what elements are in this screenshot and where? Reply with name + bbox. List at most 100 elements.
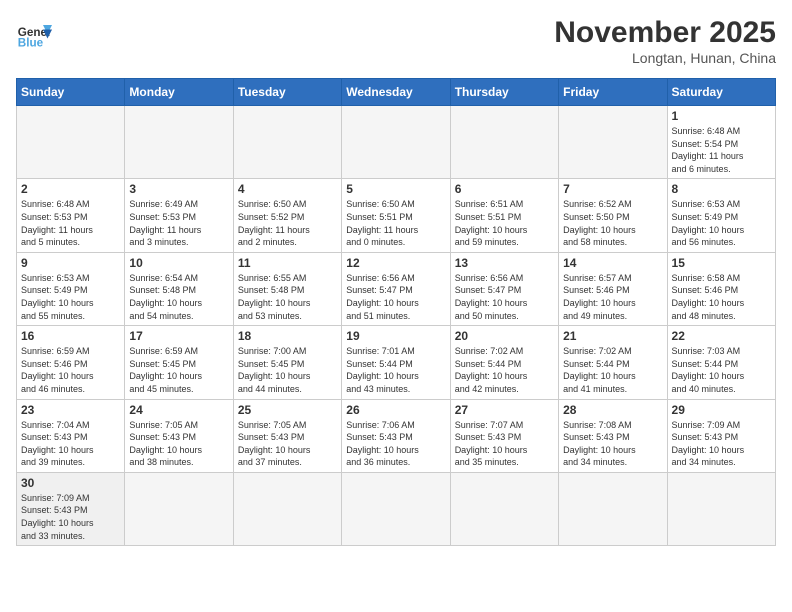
calendar-cell: 5 Sunrise: 6:50 AM Sunset: 5:51 PM Daylig… — [342, 179, 450, 252]
calendar-cell — [450, 106, 558, 179]
day-number: 30 — [21, 476, 120, 490]
calendar-cell: 18 Sunrise: 7:00 AM Sunset: 5:45 PM Dayli… — [233, 326, 341, 399]
weekday-tuesday: Tuesday — [233, 79, 341, 106]
calendar-week-5: 23 Sunrise: 7:04 AM Sunset: 5:43 PM Dayli… — [17, 399, 776, 472]
calendar-cell: 12 Sunrise: 6:56 AM Sunset: 5:47 PM Dayli… — [342, 252, 450, 325]
day-info: Sunrise: 7:05 AM Sunset: 5:43 PM Dayligh… — [129, 419, 228, 469]
calendar-cell: 11 Sunrise: 6:55 AM Sunset: 5:48 PM Dayli… — [233, 252, 341, 325]
day-number: 23 — [21, 403, 120, 417]
calendar-cell: 25 Sunrise: 7:05 AM Sunset: 5:43 PM Dayli… — [233, 399, 341, 472]
day-number: 9 — [21, 256, 120, 270]
calendar-cell: 8 Sunrise: 6:53 AM Sunset: 5:49 PM Daylig… — [667, 179, 775, 252]
day-info: Sunrise: 7:04 AM Sunset: 5:43 PM Dayligh… — [21, 419, 120, 469]
day-number: 7 — [563, 182, 662, 196]
page-header: General Blue November 2025 Longtan, Huna… — [16, 16, 776, 66]
weekday-monday: Monday — [125, 79, 233, 106]
calendar-cell: 29 Sunrise: 7:09 AM Sunset: 5:43 PM Dayli… — [667, 399, 775, 472]
calendar-cell — [450, 472, 558, 545]
day-number: 8 — [672, 182, 771, 196]
calendar-cell: 13 Sunrise: 6:56 AM Sunset: 5:47 PM Dayli… — [450, 252, 558, 325]
calendar-cell: 17 Sunrise: 6:59 AM Sunset: 5:45 PM Dayli… — [125, 326, 233, 399]
day-number: 27 — [455, 403, 554, 417]
day-info: Sunrise: 6:50 AM Sunset: 5:51 PM Dayligh… — [346, 198, 445, 248]
calendar-body: 1Sunrise: 6:48 AM Sunset: 5:54 PM Daylig… — [17, 106, 776, 546]
day-info: Sunrise: 6:53 AM Sunset: 5:49 PM Dayligh… — [672, 198, 771, 248]
calendar-week-6: 30 Sunrise: 7:09 AM Sunset: 5:43 PM Dayli… — [17, 472, 776, 545]
day-number: 19 — [346, 329, 445, 343]
day-number: 25 — [238, 403, 337, 417]
calendar-cell — [233, 106, 341, 179]
day-number: 17 — [129, 329, 228, 343]
day-number: 13 — [455, 256, 554, 270]
day-info: Sunrise: 7:05 AM Sunset: 5:43 PM Dayligh… — [238, 419, 337, 469]
weekday-header-row: SundayMondayTuesdayWednesdayThursdayFrid… — [17, 79, 776, 106]
weekday-sunday: Sunday — [17, 79, 125, 106]
day-number: 4 — [238, 182, 337, 196]
calendar-cell: 19 Sunrise: 7:01 AM Sunset: 5:44 PM Dayli… — [342, 326, 450, 399]
calendar-week-1: 1Sunrise: 6:48 AM Sunset: 5:54 PM Daylig… — [17, 106, 776, 179]
day-number: 11 — [238, 256, 337, 270]
day-info: Sunrise: 6:49 AM Sunset: 5:53 PM Dayligh… — [129, 198, 228, 248]
title-block: November 2025 Longtan, Hunan, China — [554, 16, 776, 66]
logo-icon: General Blue — [16, 16, 52, 52]
day-number: 15 — [672, 256, 771, 270]
day-number: 21 — [563, 329, 662, 343]
day-info: Sunrise: 6:53 AM Sunset: 5:49 PM Dayligh… — [21, 272, 120, 322]
calendar-cell: 24 Sunrise: 7:05 AM Sunset: 5:43 PM Dayli… — [125, 399, 233, 472]
calendar-cell: 28 Sunrise: 7:08 AM Sunset: 5:43 PM Dayli… — [559, 399, 667, 472]
day-number: 10 — [129, 256, 228, 270]
day-number: 24 — [129, 403, 228, 417]
day-info: Sunrise: 6:50 AM Sunset: 5:52 PM Dayligh… — [238, 198, 337, 248]
day-info: Sunrise: 6:56 AM Sunset: 5:47 PM Dayligh… — [346, 272, 445, 322]
day-number: 5 — [346, 182, 445, 196]
day-number: 26 — [346, 403, 445, 417]
calendar-cell — [125, 106, 233, 179]
day-info: Sunrise: 6:55 AM Sunset: 5:48 PM Dayligh… — [238, 272, 337, 322]
day-number: 12 — [346, 256, 445, 270]
day-number: 18 — [238, 329, 337, 343]
calendar-cell: 23 Sunrise: 7:04 AM Sunset: 5:43 PM Dayli… — [17, 399, 125, 472]
day-number: 6 — [455, 182, 554, 196]
calendar-cell: 4 Sunrise: 6:50 AM Sunset: 5:52 PM Daylig… — [233, 179, 341, 252]
day-info: Sunrise: 7:03 AM Sunset: 5:44 PM Dayligh… — [672, 345, 771, 395]
day-number: 1 — [672, 109, 771, 123]
location-subtitle: Longtan, Hunan, China — [554, 50, 776, 66]
day-info: Sunrise: 6:56 AM Sunset: 5:47 PM Dayligh… — [455, 272, 554, 322]
day-number: 14 — [563, 256, 662, 270]
day-number: 2 — [21, 182, 120, 196]
day-number: 29 — [672, 403, 771, 417]
day-number: 28 — [563, 403, 662, 417]
day-info: Sunrise: 6:51 AM Sunset: 5:51 PM Dayligh… — [455, 198, 554, 248]
day-info: Sunrise: 7:08 AM Sunset: 5:43 PM Dayligh… — [563, 419, 662, 469]
weekday-wednesday: Wednesday — [342, 79, 450, 106]
day-info: Sunrise: 7:00 AM Sunset: 5:45 PM Dayligh… — [238, 345, 337, 395]
calendar-cell: 30 Sunrise: 7:09 AM Sunset: 5:43 PM Dayli… — [17, 472, 125, 545]
calendar-cell: 9 Sunrise: 6:53 AM Sunset: 5:49 PM Daylig… — [17, 252, 125, 325]
calendar-cell: 14 Sunrise: 6:57 AM Sunset: 5:46 PM Dayli… — [559, 252, 667, 325]
calendar-cell: 27 Sunrise: 7:07 AM Sunset: 5:43 PM Dayli… — [450, 399, 558, 472]
calendar-cell: 21 Sunrise: 7:02 AM Sunset: 5:44 PM Dayli… — [559, 326, 667, 399]
calendar-cell — [125, 472, 233, 545]
day-info: Sunrise: 7:01 AM Sunset: 5:44 PM Dayligh… — [346, 345, 445, 395]
day-info: Sunrise: 6:57 AM Sunset: 5:46 PM Dayligh… — [563, 272, 662, 322]
day-info: Sunrise: 7:02 AM Sunset: 5:44 PM Dayligh… — [563, 345, 662, 395]
calendar-cell — [17, 106, 125, 179]
calendar-cell: 3Sunrise: 6:49 AM Sunset: 5:53 PM Daylig… — [125, 179, 233, 252]
calendar-cell: 6 Sunrise: 6:51 AM Sunset: 5:51 PM Daylig… — [450, 179, 558, 252]
svg-text:Blue: Blue — [18, 37, 44, 50]
day-info: Sunrise: 7:09 AM Sunset: 5:43 PM Dayligh… — [21, 492, 120, 542]
weekday-saturday: Saturday — [667, 79, 775, 106]
day-info: Sunrise: 6:54 AM Sunset: 5:48 PM Dayligh… — [129, 272, 228, 322]
day-info: Sunrise: 7:09 AM Sunset: 5:43 PM Dayligh… — [672, 419, 771, 469]
calendar-week-2: 2Sunrise: 6:48 AM Sunset: 5:53 PM Daylig… — [17, 179, 776, 252]
calendar-cell — [667, 472, 775, 545]
day-info: Sunrise: 6:59 AM Sunset: 5:45 PM Dayligh… — [129, 345, 228, 395]
calendar-week-3: 9 Sunrise: 6:53 AM Sunset: 5:49 PM Daylig… — [17, 252, 776, 325]
day-info: Sunrise: 7:06 AM Sunset: 5:43 PM Dayligh… — [346, 419, 445, 469]
calendar-cell: 10 Sunrise: 6:54 AM Sunset: 5:48 PM Dayli… — [125, 252, 233, 325]
day-info: Sunrise: 7:07 AM Sunset: 5:43 PM Dayligh… — [455, 419, 554, 469]
calendar-cell: 1Sunrise: 6:48 AM Sunset: 5:54 PM Daylig… — [667, 106, 775, 179]
calendar-cell — [559, 106, 667, 179]
day-number: 22 — [672, 329, 771, 343]
month-title: November 2025 — [554, 16, 776, 50]
